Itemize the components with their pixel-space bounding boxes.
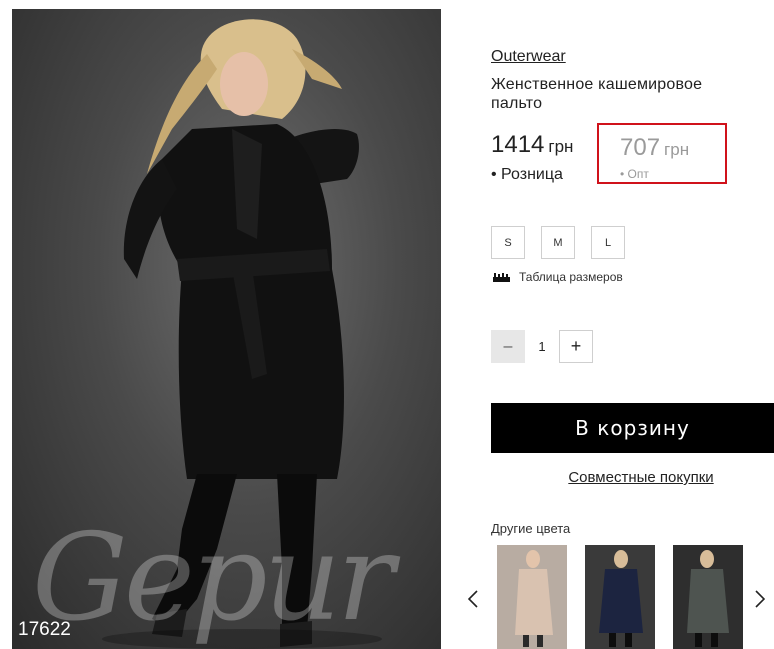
product-sku: 17622 [18, 619, 71, 640]
beige-coat-thumb[interactable] [497, 545, 567, 649]
quantity-value[interactable]: 1 [525, 339, 559, 354]
quantity-decrease-button[interactable]: – [491, 330, 525, 363]
chevron-right-icon[interactable] [753, 588, 767, 610]
size-chart-link[interactable]: Таблица размеров [493, 270, 623, 284]
wholesale-price-highlight: 707 грн • Опт [597, 123, 727, 184]
retail-price-value: 1414 [491, 131, 545, 158]
product-photo[interactable]: Gepur 17622 [12, 9, 441, 649]
chevron-left-icon[interactable] [466, 588, 480, 610]
retail-price-currency: грн [548, 137, 574, 156]
product-title: Женственное кашемировое пальто [491, 76, 703, 112]
category-link[interactable]: Outerwear [491, 48, 566, 66]
gray-coat-thumb[interactable] [673, 545, 743, 649]
wholesale-price-currency: грн [664, 140, 690, 159]
size-option-m[interactable]: M [541, 226, 575, 259]
navy-coat-thumb[interactable] [585, 545, 655, 649]
size-option-l[interactable]: L [591, 226, 625, 259]
wholesale-price-label: • Опт [620, 167, 649, 181]
joint-purchase-link[interactable]: Совместные покупки [491, 469, 774, 486]
retail-price: 1414 грн [491, 131, 573, 159]
ruler-icon [493, 272, 510, 282]
quantity-stepper: – 1 + [491, 330, 593, 363]
wholesale-price-value: 707 [620, 134, 661, 161]
quantity-increase-button[interactable]: + [559, 330, 593, 363]
size-option-s[interactable]: S [491, 226, 525, 259]
size-chart-label: Таблица размеров [519, 270, 623, 284]
add-to-cart-button[interactable]: В корзину [491, 403, 774, 453]
brand-watermark: Gepur [32, 509, 394, 648]
other-colors-title: Другие цвета [491, 521, 571, 536]
wholesale-price: 707 грн [620, 134, 689, 162]
retail-price-label: • Розница [491, 166, 563, 183]
size-selector: S M L [491, 226, 641, 259]
